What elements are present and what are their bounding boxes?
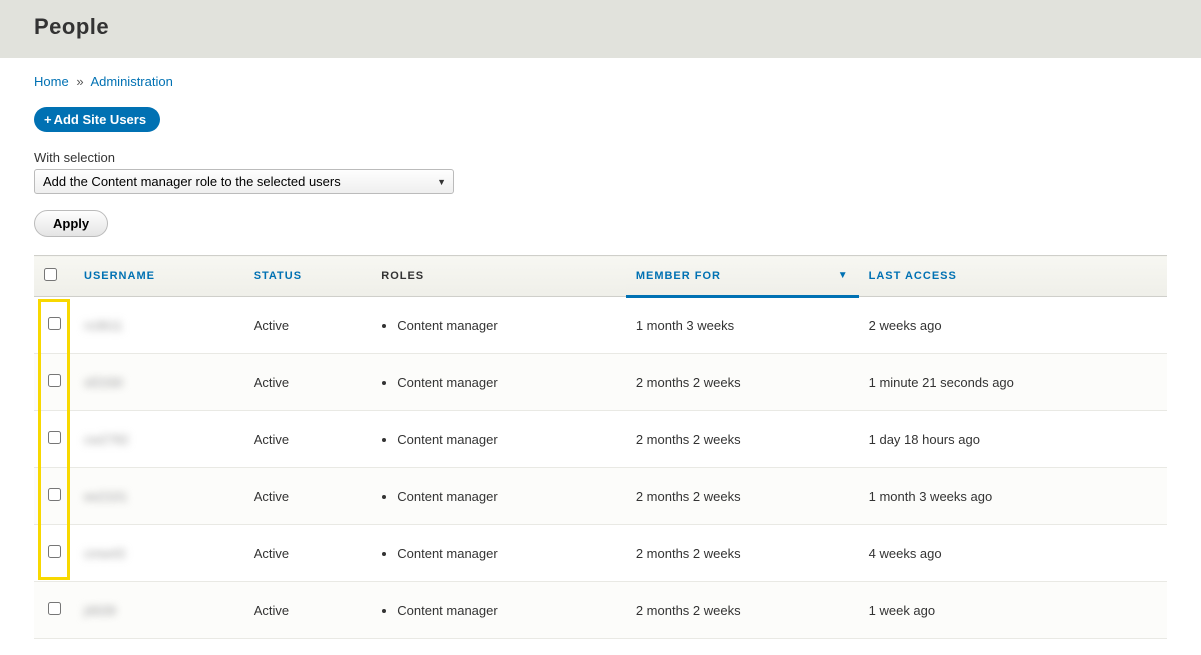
table-row: ee2101 Active Content manager 2 months 2 we… <box>34 468 1167 525</box>
table-wrap: USERNAME STATUS ROLES MEMBER FOR ▼ LAST … <box>34 255 1167 639</box>
last-access-cell: 4 weeks ago <box>859 525 1167 582</box>
username-header[interactable]: USERNAME <box>74 256 244 297</box>
member-for-cell: 2 months 2 weeks <box>626 582 859 639</box>
username-cell: j4639 <box>74 582 244 639</box>
roles-cell: Content manager <box>371 354 626 411</box>
row-checkbox[interactable] <box>48 431 61 444</box>
member-for-header-link[interactable]: MEMBER FOR <box>636 270 721 282</box>
breadcrumb-separator: » <box>72 74 87 89</box>
sort-indicator-icon: ▼ <box>838 270 849 281</box>
action-select[interactable]: Add the Content manager role to the sele… <box>34 169 454 194</box>
role-item: Content manager <box>397 375 616 390</box>
table-header-row: USERNAME STATUS ROLES MEMBER FOR ▼ LAST … <box>34 256 1167 297</box>
content-area: Home » Administration +Add Site Users Wi… <box>0 58 1201 655</box>
row-checkbox[interactable] <box>48 488 61 501</box>
row-checkbox-cell <box>34 297 74 354</box>
member-for-header[interactable]: MEMBER FOR ▼ <box>626 256 859 297</box>
row-checkbox[interactable] <box>48 317 61 330</box>
row-checkbox-cell <box>34 582 74 639</box>
member-for-cell: 2 months 2 weeks <box>626 525 859 582</box>
table-row: rs3611 Active Content manager 1 month 3 wee… <box>34 297 1167 354</box>
role-item: Content manager <box>397 546 616 561</box>
status-cell: Active <box>244 582 372 639</box>
add-site-users-button[interactable]: +Add Site Users <box>34 107 160 132</box>
roles-cell: Content manager <box>371 525 626 582</box>
username-text: cmw43 <box>84 546 125 561</box>
breadcrumb-home[interactable]: Home <box>34 74 69 89</box>
username-text: j4639 <box>84 603 116 618</box>
table-row: cw2782 Active Content manager 2 months 2 we… <box>34 411 1167 468</box>
status-cell: Active <box>244 525 372 582</box>
username-text: rs3611 <box>84 318 123 333</box>
role-item: Content manager <box>397 489 616 504</box>
apply-button[interactable]: Apply <box>34 210 108 237</box>
roles-cell: Content manager <box>371 582 626 639</box>
member-for-cell: 1 month 3 weeks <box>626 297 859 354</box>
username-header-link[interactable]: USERNAME <box>84 270 155 282</box>
table-row: j4639 Active Content manager 2 months 2 wee… <box>34 582 1167 639</box>
member-for-cell: 2 months 2 weeks <box>626 468 859 525</box>
row-checkbox-cell <box>34 354 74 411</box>
last-access-header[interactable]: LAST ACCESS <box>859 256 1167 297</box>
select-all-checkbox[interactable] <box>44 268 57 281</box>
username-text: ee2101 <box>84 489 127 504</box>
page-header: People <box>0 0 1201 58</box>
with-selection-label: With selection <box>34 150 1167 165</box>
role-item: Content manager <box>397 318 616 333</box>
status-cell: Active <box>244 468 372 525</box>
member-for-cell: 2 months 2 weeks <box>626 354 859 411</box>
roles-cell: Content manager <box>371 468 626 525</box>
status-cell: Active <box>244 354 372 411</box>
breadcrumb: Home » Administration <box>34 74 1167 89</box>
username-text: sf2330 <box>84 375 123 390</box>
last-access-cell: 1 week ago <box>859 582 1167 639</box>
status-header-link[interactable]: STATUS <box>254 270 302 282</box>
table-row: cmw43 Active Content manager 2 months 2 wee… <box>34 525 1167 582</box>
select-all-header <box>34 256 74 297</box>
table-row: sf2330 Active Content manager 2 months 2 we… <box>34 354 1167 411</box>
last-access-cell: 1 month 3 weeks ago <box>859 468 1167 525</box>
roles-cell: Content manager <box>371 297 626 354</box>
status-cell: Active <box>244 297 372 354</box>
row-checkbox[interactable] <box>48 545 61 558</box>
users-table: USERNAME STATUS ROLES MEMBER FOR ▼ LAST … <box>34 255 1167 639</box>
role-item: Content manager <box>397 603 616 618</box>
row-checkbox-cell <box>34 468 74 525</box>
username-cell: sf2330 <box>74 354 244 411</box>
last-access-cell: 1 minute 21 seconds ago <box>859 354 1167 411</box>
status-cell: Active <box>244 411 372 468</box>
member-for-cell: 2 months 2 weeks <box>626 411 859 468</box>
username-cell: cw2782 <box>74 411 244 468</box>
row-checkbox[interactable] <box>48 374 61 387</box>
username-cell: ee2101 <box>74 468 244 525</box>
roles-header: ROLES <box>371 256 626 297</box>
page-title: People <box>34 14 1167 40</box>
row-checkbox[interactable] <box>48 602 61 615</box>
add-button-label: Add Site Users <box>54 112 146 127</box>
action-select-wrap: Add the Content manager role to the sele… <box>34 169 454 194</box>
username-text: cw2782 <box>84 432 129 447</box>
plus-icon: + <box>44 112 52 127</box>
row-checkbox-cell <box>34 525 74 582</box>
last-access-header-link[interactable]: LAST ACCESS <box>869 270 957 282</box>
role-item: Content manager <box>397 432 616 447</box>
roles-cell: Content manager <box>371 411 626 468</box>
breadcrumb-admin[interactable]: Administration <box>90 74 172 89</box>
status-header[interactable]: STATUS <box>244 256 372 297</box>
last-access-cell: 2 weeks ago <box>859 297 1167 354</box>
username-cell: cmw43 <box>74 525 244 582</box>
row-checkbox-cell <box>34 411 74 468</box>
username-cell: rs3611 <box>74 297 244 354</box>
last-access-cell: 1 day 18 hours ago <box>859 411 1167 468</box>
